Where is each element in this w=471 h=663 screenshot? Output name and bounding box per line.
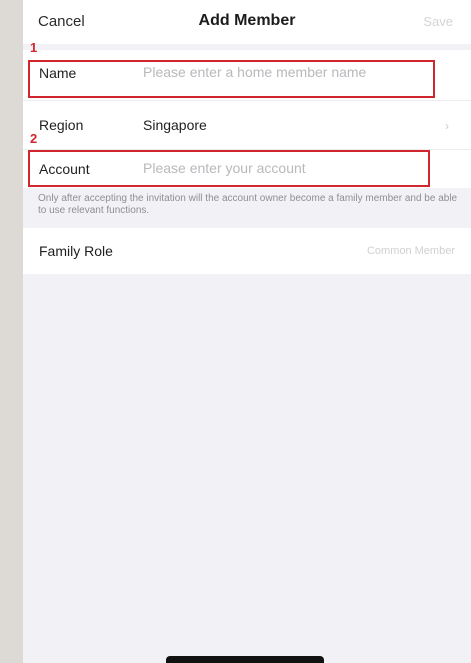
invitation-hint-text: Only after accepting the invitation will…	[38, 193, 458, 216]
save-button[interactable]: Save	[423, 14, 453, 29]
annotation-number-2: 2	[30, 131, 38, 146]
chevron-right-icon: ›	[445, 119, 449, 133]
phone-screen: Cancel Add Member Save Name Region Singa…	[23, 0, 471, 663]
page-title: Add Member	[198, 12, 296, 29]
annotation-box-1	[28, 60, 435, 98]
region-value: Singapore	[143, 117, 207, 133]
annotation-box-2	[28, 150, 430, 187]
family-role-value: Common Member	[366, 245, 455, 257]
family-role-row[interactable]: Family Role Common Member	[23, 228, 471, 274]
region-row[interactable]: Region Singapore ›	[23, 101, 471, 149]
home-indicator	[166, 656, 324, 663]
region-label: Region	[39, 117, 84, 133]
family-role-label: Family Role	[39, 243, 113, 259]
annotation-number-1: 1	[30, 40, 38, 55]
navigation-bar: Cancel Add Member Save	[23, 0, 471, 44]
